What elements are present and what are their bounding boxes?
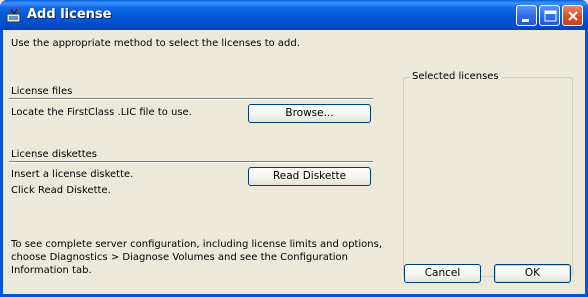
add-license-dialog: Add license Use the appropriate method t…: [0, 0, 588, 297]
close-button[interactable]: [562, 5, 583, 26]
close-icon: [568, 11, 578, 21]
dialog-body: Use the appropriate method to select the…: [3, 30, 585, 294]
maximize-button[interactable]: [539, 5, 560, 26]
browse-button[interactable]: Browse...: [248, 104, 371, 123]
note-line-3: Information tab.: [11, 265, 92, 276]
window-title: Add license: [27, 7, 112, 22]
cancel-button[interactable]: Cancel: [404, 264, 481, 283]
selected-licenses-list[interactable]: [403, 77, 573, 277]
license-diskettes-separator: [9, 161, 373, 163]
license-diskettes-header: License diskettes: [11, 149, 98, 160]
ok-button[interactable]: OK: [494, 264, 571, 283]
minimize-button[interactable]: [516, 5, 537, 26]
minimize-icon: [522, 19, 529, 22]
note-line-1: To see complete server configuration, in…: [11, 239, 383, 250]
note-line-2: choose Diagnostics > Diagnose Volumes an…: [11, 252, 349, 263]
diskette-instruction-1: Insert a license diskette.: [11, 169, 134, 180]
license-files-description: Locate the FirstClass .LIC file to use.: [11, 107, 192, 118]
maximize-icon: [544, 10, 557, 22]
read-diskette-button[interactable]: Read Diskette: [248, 167, 371, 186]
license-files-separator: [9, 98, 373, 100]
title-bar[interactable]: Add license: [0, 0, 588, 30]
firstclass-app-icon: [6, 7, 21, 23]
diskette-instruction-2: Click Read Diskette.: [11, 185, 111, 196]
selected-licenses-label: Selected licenses: [410, 71, 501, 82]
license-files-header: License files: [11, 86, 73, 97]
intro-text: Use the appropriate method to select the…: [11, 38, 300, 49]
